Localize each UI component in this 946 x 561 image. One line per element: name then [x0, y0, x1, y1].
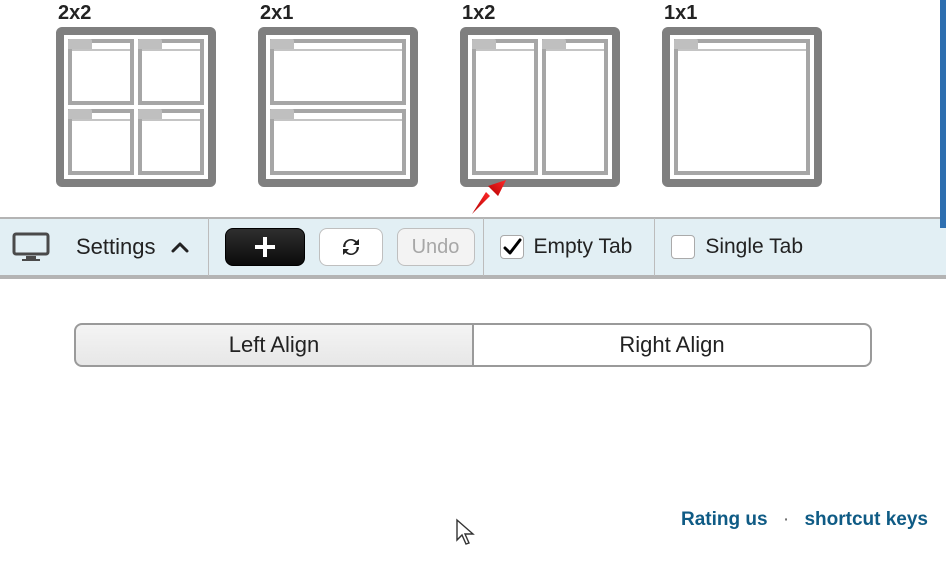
layout-preview-1x2 — [460, 27, 620, 187]
undo-button[interactable]: Undo — [397, 228, 475, 266]
chevron-up-icon — [170, 240, 190, 254]
layout-label: 2x2 — [58, 2, 91, 25]
layout-options-row: 2x2 2x1 1x2 1x1 — [0, 0, 946, 187]
plus-icon — [251, 233, 279, 261]
layout-preview-2x1 — [258, 27, 418, 187]
separator-dot: · — [783, 509, 789, 530]
empty-tab-checkbox[interactable]: Empty Tab — [492, 235, 647, 259]
layout-label: 2x1 — [260, 2, 293, 25]
toolbar-divider — [208, 218, 209, 276]
layout-label: 1x1 — [664, 2, 697, 25]
layout-option-2x1[interactable]: 2x1 — [258, 2, 418, 187]
undo-label: Undo — [412, 236, 460, 259]
empty-tab-label: Empty Tab — [534, 235, 633, 259]
settings-dropdown[interactable]: Settings — [66, 230, 200, 264]
layout-preview-1x1 — [662, 27, 822, 187]
cursor-icon — [455, 518, 477, 546]
refresh-button[interactable] — [319, 228, 383, 266]
toolbar-divider — [483, 218, 484, 276]
shortcut-keys-link[interactable]: shortcut keys — [804, 509, 928, 530]
rating-link[interactable]: Rating us — [681, 509, 768, 530]
check-icon — [502, 237, 522, 257]
toolbar-divider — [654, 218, 655, 276]
layout-option-1x1[interactable]: 1x1 — [662, 2, 822, 187]
monitor-icon — [12, 231, 52, 263]
refresh-icon — [339, 235, 363, 259]
right-align-button[interactable]: Right Align — [473, 323, 872, 367]
single-tab-checkbox[interactable]: Single Tab — [663, 235, 817, 259]
single-tab-label: Single Tab — [705, 235, 803, 259]
footer-links: Rating us · shortcut keys — [681, 509, 928, 531]
layout-option-1x2[interactable]: 1x2 — [460, 2, 620, 187]
right-edge-accent — [940, 0, 946, 228]
toolbar: Settings Undo Empty Tab Sin — [0, 217, 946, 279]
layout-option-2x2[interactable]: 2x2 — [56, 2, 216, 187]
checkbox-icon — [500, 235, 524, 259]
checkbox-icon — [671, 235, 695, 259]
left-align-label: Left Align — [229, 332, 320, 358]
layout-preview-2x2 — [56, 27, 216, 187]
right-align-label: Right Align — [619, 332, 724, 358]
align-segmented-control: Left Align Right Align — [74, 323, 872, 367]
left-align-button[interactable]: Left Align — [74, 323, 473, 367]
add-button[interactable] — [225, 228, 305, 266]
layout-label: 1x2 — [462, 2, 495, 25]
settings-label: Settings — [76, 234, 156, 260]
